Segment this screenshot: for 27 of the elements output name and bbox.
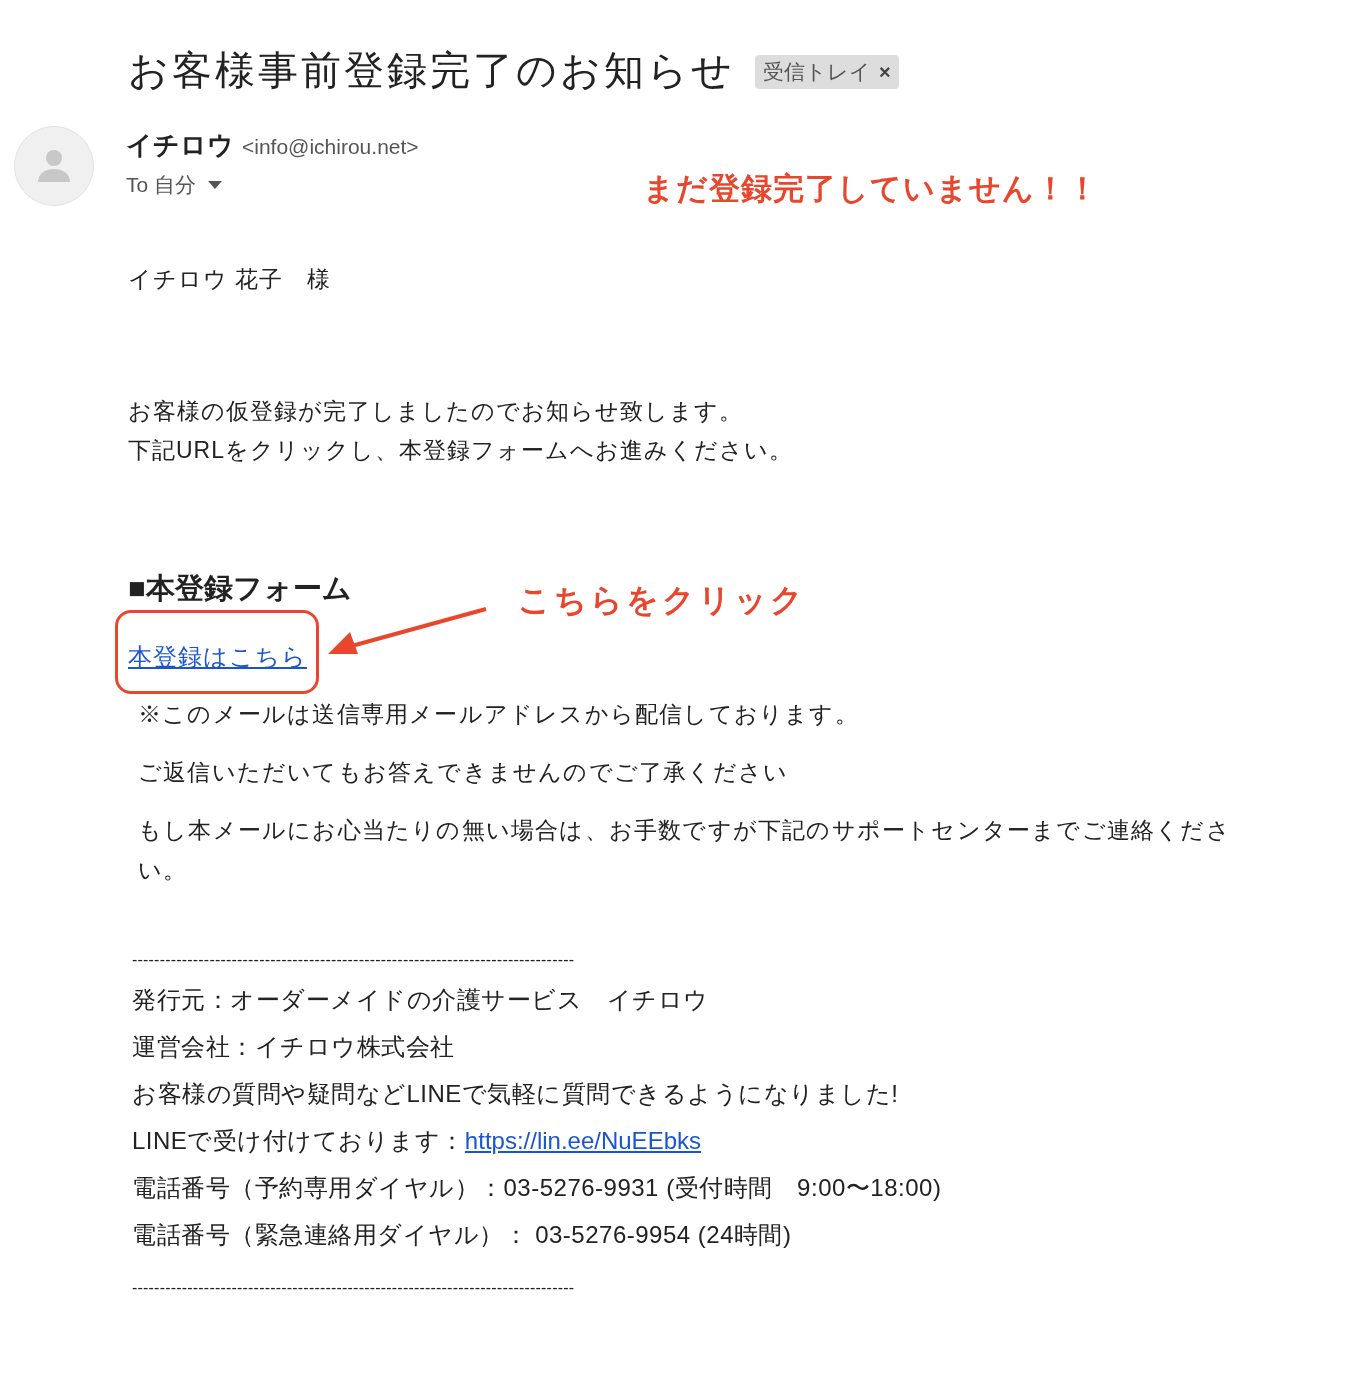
remove-label-button[interactable]: × — [879, 62, 891, 82]
footer-text: 発行元：オーダーメイドの介護サービス イチロウ — [132, 985, 710, 1015]
footer-text: LINEで受け付けております： — [132, 1126, 465, 1156]
footer-text: 電話番号（予約専用ダイヤル）：03-5276-9931 (受付時間 9:00〜18:00) — [132, 1173, 943, 1203]
separator-line: -------------------------------------------------------------------------------- — [132, 950, 576, 970]
label-text: 受信トレイ — [763, 59, 871, 86]
body-text: 下記URLをクリックし、本登録フォームへお進みください。 — [128, 436, 794, 465]
caret-icon — [208, 180, 222, 189]
separator-line: -------------------------------------------------------------------------------- — [132, 1278, 576, 1298]
person-icon — [37, 148, 71, 184]
greeting-text: イチロウ 花子 様 — [128, 265, 333, 294]
sender-name: イチロウ — [126, 129, 234, 162]
email-subject: お客様事前登録完了のお知らせ — [128, 47, 735, 94]
body-text: お客様の仮登録が完了しましたのでお知らせ致します。 — [128, 397, 744, 426]
section-heading: ■本登録フォーム — [128, 571, 352, 606]
recipient-dropdown[interactable]: To 自分 — [126, 169, 419, 201]
footer-text: 運営会社：イチロウ株式会社 — [132, 1032, 456, 1062]
notice-text: ご返信いただいてもお答えできませんのでご了承ください — [138, 758, 790, 787]
notice-text: もし本メールにお心当たりの無い場合は、お手数ですが下記のサポートセンターまでご連絡ください。 — [138, 816, 1232, 885]
footer-text: お客様の質問や疑問などLINEで気軽に質問できるようになりました! — [132, 1079, 900, 1109]
register-link[interactable]: 本登録はこちら — [128, 643, 307, 670]
annotation-text: まだ登録完了していません！！ — [643, 170, 1099, 208]
footer-text: 電話番号（緊急連絡用ダイヤル）： 03-5276-9954 (24時間) — [132, 1220, 793, 1250]
annotation-text: こちらをクリック — [518, 581, 806, 620]
notice-text: ※このメールは送信専用メールアドレスから配信しております。 — [138, 700, 860, 729]
line-link[interactable]: https://lin.ee/NuEEbks — [464, 1124, 701, 1158]
sender-email: <info@ichirou.net> — [242, 134, 419, 160]
